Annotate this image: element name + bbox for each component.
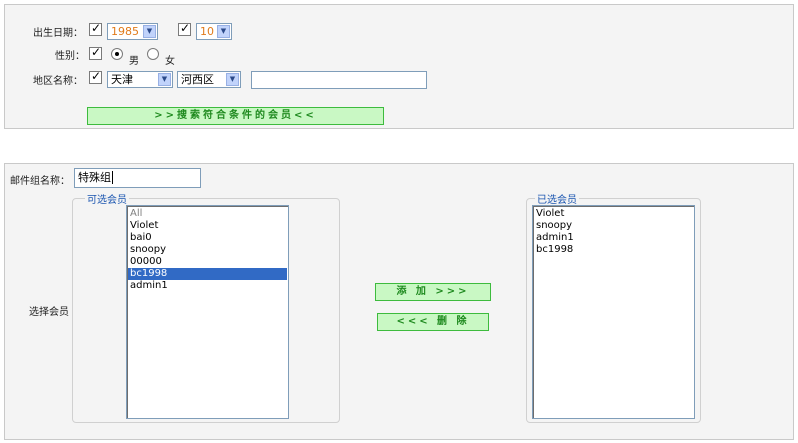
list-item[interactable]: snoopy [534, 220, 693, 232]
chosen-members-list[interactable]: Violet snoopy admin1 bc1998 [532, 205, 695, 419]
list-item[interactable]: snoopy [128, 244, 287, 256]
birth-month-select[interactable]: 10 ▼ [196, 23, 232, 40]
list-item[interactable]: bai0 [128, 232, 287, 244]
select-members-label: 选择会员 [29, 307, 69, 318]
gender-male-radio[interactable] [111, 48, 123, 60]
region-text-input[interactable] [251, 71, 427, 89]
gender-female-radio[interactable] [147, 48, 159, 60]
list-item[interactable]: Violet [128, 220, 287, 232]
group-name-input[interactable]: 特殊组 [74, 168, 201, 188]
list-item[interactable]: 00000 [128, 256, 287, 268]
region-checkbox[interactable] [89, 69, 102, 84]
remove-member-button[interactable]: <<< 删 除 [377, 313, 489, 331]
search-members-button[interactable]: >>搜索符合条件的会员<< [87, 107, 384, 125]
district-select[interactable]: 河西区 ▼ [177, 71, 241, 88]
text-cursor [112, 171, 113, 184]
gender-checkbox[interactable] [89, 45, 102, 60]
list-item[interactable]: admin1 [534, 232, 693, 244]
mail-group-panel: 邮件组名称： 特殊组 选择会员 可选会员 All Violet bai0 sno… [4, 163, 794, 440]
group-name-label: 邮件组名称： [10, 176, 70, 187]
region-label: 地区名称： [33, 76, 83, 87]
chevron-down-icon: ▼ [217, 25, 230, 38]
chevron-down-icon: ▼ [226, 73, 239, 86]
list-item[interactable]: All [128, 208, 287, 220]
birth-date-year-checkbox[interactable] [89, 21, 102, 36]
list-item[interactable]: admin1 [128, 280, 287, 292]
list-item-selected[interactable]: bc1998 [128, 268, 287, 280]
gender-label: 性别： [55, 51, 85, 62]
gender-female-label: 女 [165, 56, 175, 67]
chosen-members-legend: 已选会员 [535, 191, 579, 206]
list-item[interactable]: bc1998 [534, 244, 693, 256]
birth-date-label: 出生日期： [33, 28, 83, 39]
chevron-down-icon: ▼ [158, 73, 171, 86]
available-members-list[interactable]: All Violet bai0 snoopy 00000 bc1998 admi… [126, 205, 289, 419]
list-item[interactable]: Violet [534, 208, 693, 220]
chevron-down-icon: ▼ [143, 25, 156, 38]
search-criteria-panel: 出生日期： 1985 ▼ 10 ▼ 性别： 男 女 地区名称： 天津 ▼ 河西区… [4, 4, 794, 129]
city-select[interactable]: 天津 ▼ [107, 71, 173, 88]
birth-date-month-checkbox[interactable] [178, 21, 191, 36]
available-members-legend: 可选会员 [85, 191, 129, 206]
gender-male-label: 男 [129, 56, 139, 67]
add-member-button[interactable]: 添 加 >>> [375, 283, 491, 301]
birth-year-select[interactable]: 1985 ▼ [107, 23, 158, 40]
